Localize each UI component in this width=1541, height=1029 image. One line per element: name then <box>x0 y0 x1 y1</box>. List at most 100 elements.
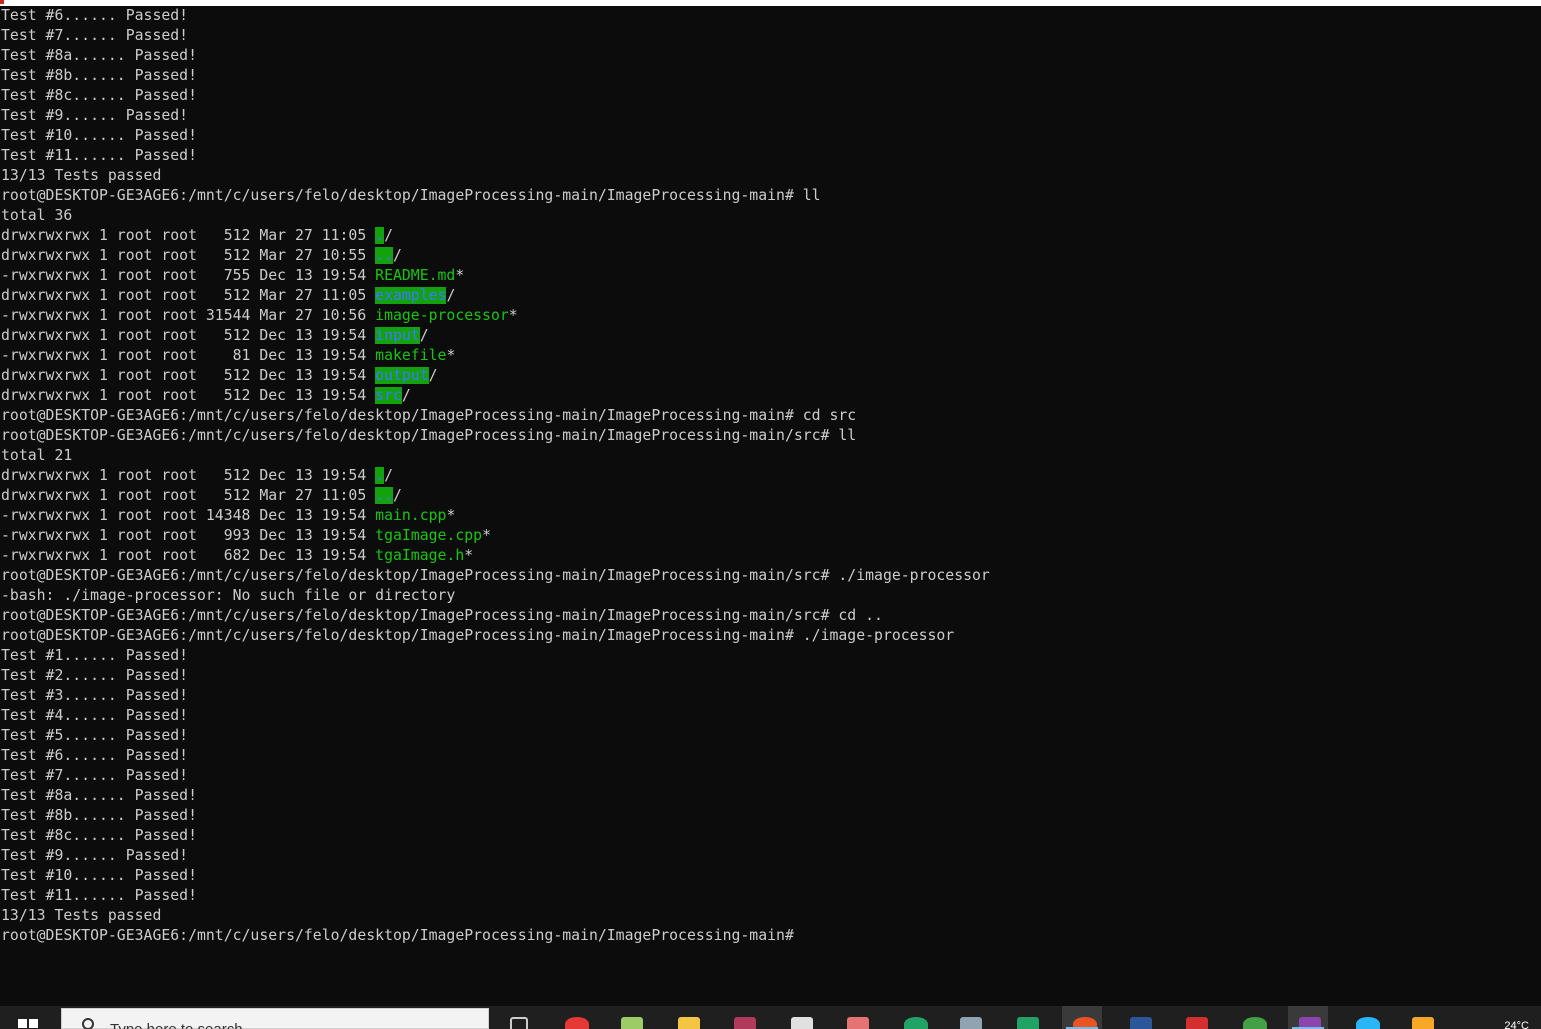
terminal-text: 13/13 Tests passed <box>1 167 162 184</box>
terminal-line: Test #7...... Passed! <box>1 26 990 46</box>
terminal-line: root@DESKTOP-GE3AGE6:/mnt/c/users/felo/d… <box>1 926 990 946</box>
terminal-text: Test #8c...... Passed! <box>1 87 197 104</box>
terminal-text: drwxrwxrwx 1 root root 512 Dec 13 19:54 <box>1 327 376 344</box>
terminal-text: root@DESKTOP-GE3AGE6:/mnt/c/users/felo/d… <box>1 427 857 444</box>
terminal-text: drwxrwxrwx 1 root root 512 Mar 27 11:05 <box>1 227 376 244</box>
taskbar-app-chrome[interactable] <box>554 1006 594 1029</box>
terminal-line: Test #11...... Passed! <box>1 146 990 166</box>
terminal-text: / <box>419 327 429 344</box>
terminal-text: drwxrwxrwx 1 root root 512 Mar 27 10:55 <box>1 247 376 264</box>
terminal-line: Test #8c...... Passed! <box>1 826 990 846</box>
download-icon <box>904 1017 928 1029</box>
terminal-text: Test #8a...... Passed! <box>1 787 197 804</box>
executable-name: tgaImage.cpp <box>375 527 483 544</box>
terminal-line: root@DESKTOP-GE3AGE6:/mnt/c/users/felo/d… <box>1 606 990 626</box>
terminal-line: Test #9...... Passed! <box>1 846 990 866</box>
terminal-text: Test #7...... Passed! <box>1 767 189 784</box>
terminal-line: Test #8c...... Passed! <box>1 86 990 106</box>
executable-name: makefile <box>375 347 447 364</box>
terminal-line: Test #11...... Passed! <box>1 886 990 906</box>
directory-name: . <box>375 467 385 484</box>
terminal-line: root@DESKTOP-GE3AGE6:/mnt/c/users/felo/d… <box>1 566 990 586</box>
terminal-line: Test #8a...... Passed! <box>1 786 990 806</box>
taskbar-app-visual-studio[interactable] <box>1288 1006 1328 1029</box>
terminal-text: drwxrwxrwx 1 root root 512 Dec 13 19:54 <box>1 367 376 384</box>
taskbar-app-weather[interactable] <box>1401 1006 1441 1029</box>
taskbar: Type here to search 24°C <box>0 1006 1541 1029</box>
terminal-line: drwxrwxrwx 1 root root 512 Dec 13 19:54 … <box>1 326 990 346</box>
terminal-line: Test #9...... Passed! <box>1 106 990 126</box>
terminal-text: -rwxrwxrwx 1 root root 31544 Mar 27 10:5… <box>1 307 376 324</box>
terminal-text: * <box>455 267 465 284</box>
task-view-icon <box>510 1017 528 1029</box>
terminal-text: / <box>428 367 438 384</box>
notepad-icon <box>621 1017 643 1029</box>
terminal-text: -rwxrwxrwx 1 root root 993 Dec 13 19:54 <box>1 527 376 544</box>
terminal-line: -rwxrwxrwx 1 root root 31544 Mar 27 10:5… <box>1 306 990 326</box>
taskbar-app-paint[interactable] <box>780 1006 820 1029</box>
terminal-text: Test #2...... Passed! <box>1 667 189 684</box>
directory-name: output <box>375 367 429 384</box>
terminal-text: Test #6...... Passed! <box>1 7 189 24</box>
taskbar-app-notepad[interactable] <box>610 1006 650 1029</box>
terminal-line: drwxrwxrwx 1 root root 512 Dec 13 19:54 … <box>1 466 990 486</box>
taskbar-app-refresh-app[interactable] <box>1232 1006 1272 1029</box>
terminal-text: / <box>446 287 456 304</box>
directory-name: .. <box>375 487 393 504</box>
terminal-line: Test #5...... Passed! <box>1 726 990 746</box>
directory-name: . <box>375 227 385 244</box>
terminal-text: -rwxrwxrwx 1 root root 682 Dec 13 19:54 <box>1 547 376 564</box>
terminal-text: / <box>392 487 402 504</box>
directory-name: input <box>375 327 420 344</box>
taskbar-app-winrar[interactable] <box>723 1006 763 1029</box>
terminal-text: * <box>508 307 518 324</box>
terminal-text: Test #7...... Passed! <box>1 27 189 44</box>
executable-name: main.cpp <box>375 507 447 524</box>
chrome-icon <box>565 1017 589 1029</box>
terminal-line: 13/13 Tests passed <box>1 166 990 186</box>
taskbar-app-excel[interactable] <box>1006 1006 1046 1029</box>
taskbar-app-acrobat[interactable] <box>1175 1006 1215 1029</box>
terminal-line: -rwxrwxrwx 1 root root 81 Dec 13 19:54 m… <box>1 346 990 366</box>
terminal-text: drwxrwxrwx 1 root root 512 Mar 27 11:05 <box>1 487 376 504</box>
directory-name: examples <box>375 287 447 304</box>
executable-name: README.md <box>375 267 456 284</box>
terminal-text: root@DESKTOP-GE3AGE6:/mnt/c/users/felo/d… <box>1 927 803 944</box>
taskbar-app-download[interactable] <box>893 1006 933 1029</box>
terminal-line: Test #3...... Passed! <box>1 686 990 706</box>
terminal-window[interactable]: Test #6...... Passed! Test #7...... Passe… <box>0 6 1541 1006</box>
terminal-line: root@DESKTOP-GE3AGE6:/mnt/c/users/felo/d… <box>1 426 990 446</box>
terminal-text: Test #8a...... Passed! <box>1 47 197 64</box>
terminal-text: Test #5...... Passed! <box>1 727 189 744</box>
terminal-text: * <box>446 507 456 524</box>
terminal-line: Test #8a...... Passed! <box>1 46 990 66</box>
terminal-text: Test #11...... Passed! <box>1 887 197 904</box>
terminal-text: Test #10...... Passed! <box>1 867 197 884</box>
terminal-text: total 36 <box>1 207 73 224</box>
terminal-text: / <box>384 467 393 484</box>
terminal-text: * <box>482 527 491 544</box>
executable-name: tgaImage.h <box>375 547 465 564</box>
terminal-text: Test #4...... Passed! <box>1 707 189 724</box>
taskbar-app-word[interactable] <box>1119 1006 1159 1029</box>
taskbar-app-paint-palette[interactable] <box>836 1006 876 1029</box>
terminal-text: total 21 <box>1 447 73 464</box>
calculator-icon <box>960 1017 982 1029</box>
terminal-line: drwxrwxrwx 1 root root 512 Mar 27 11:05 … <box>1 226 990 246</box>
terminal-text: -rwxrwxrwx 1 root root 81 Dec 13 19:54 <box>1 347 376 364</box>
start-button[interactable] <box>18 1006 40 1029</box>
terminal-text: / <box>384 227 393 244</box>
terminal-text: Test #11...... Passed! <box>1 147 197 164</box>
excel-icon <box>1017 1017 1039 1029</box>
taskbar-app-file-explorer[interactable] <box>667 1006 707 1029</box>
terminal-line: root@DESKTOP-GE3AGE6:/mnt/c/users/felo/d… <box>1 186 990 206</box>
taskbar-app-task-view[interactable] <box>497 1006 537 1029</box>
search-placeholder: Type here to search <box>110 1021 243 1029</box>
taskbar-app-calculator[interactable] <box>949 1006 989 1029</box>
terminal-line: root@DESKTOP-GE3AGE6:/mnt/c/users/felo/d… <box>1 626 990 646</box>
taskbar-app-ubuntu[interactable] <box>1062 1006 1102 1029</box>
terminal-text: Test #9...... Passed! <box>1 107 189 124</box>
taskbar-app-help[interactable] <box>1345 1006 1385 1029</box>
taskbar-search-box[interactable]: Type here to search <box>61 1008 489 1029</box>
terminal-line: total 21 <box>1 446 990 466</box>
